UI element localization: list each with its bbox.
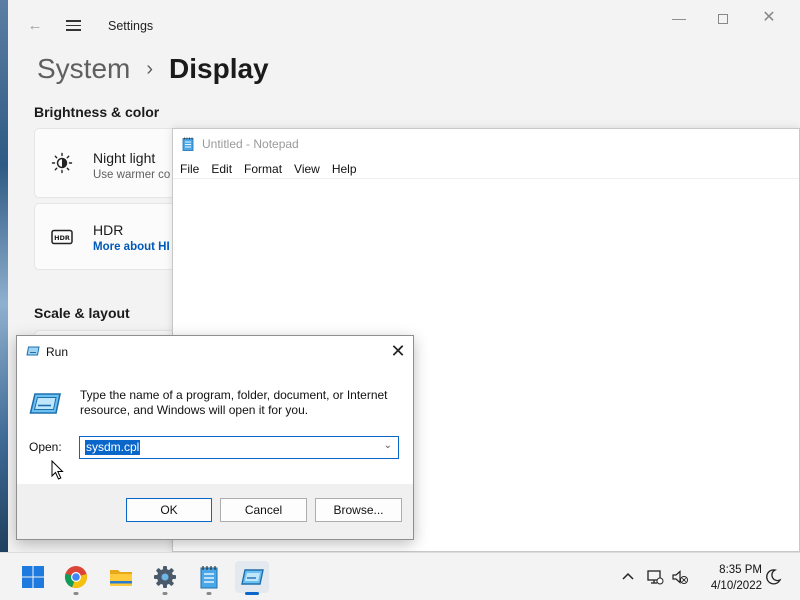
run-large-icon [29, 393, 61, 414]
menu-view[interactable]: View [294, 159, 320, 178]
taskbar-chrome[interactable] [59, 561, 93, 595]
run-body: Type the name of a program, folder, docu… [17, 366, 413, 484]
open-input-value[interactable]: sysdm.cpl [85, 440, 141, 455]
start-button[interactable] [16, 561, 50, 593]
ok-button[interactable]: OK [126, 498, 212, 522]
clock-time: 8:35 PM [719, 564, 762, 576]
taskbar: 8:35 PM 4/10/2022 [0, 552, 800, 600]
taskbar-file-explorer[interactable] [104, 561, 138, 593]
mouse-cursor-icon [51, 460, 64, 480]
notepad-titlebar[interactable]: Untitled - Notepad [173, 129, 799, 159]
volume-muted-icon[interactable] [671, 568, 689, 586]
run-icon [241, 569, 264, 585]
file-explorer-icon [110, 570, 132, 586]
hdr-icon: HDR [51, 229, 73, 244]
close-button[interactable]: ✕ [746, 6, 792, 30]
maximize-icon [718, 14, 728, 25]
menu-edit[interactable]: Edit [211, 159, 232, 178]
settings-titlebar: ← Settings — ✕ [8, 0, 800, 52]
run-dialog: Run ✕ Type the name of a program, folder… [16, 335, 414, 540]
hamburger-menu-icon[interactable] [64, 17, 84, 35]
windows-start-icon [22, 566, 44, 588]
run-icon [26, 346, 40, 356]
notepad-title: Untitled - Notepad [202, 137, 299, 151]
hdr-more-link[interactable]: More about HI [93, 241, 170, 253]
settings-icon [154, 566, 176, 588]
taskbar-settings[interactable] [148, 561, 182, 595]
settings-app-title: Settings [108, 19, 154, 33]
page-title: Display [169, 53, 269, 84]
taskbar-notepad[interactable] [192, 561, 226, 595]
chrome-icon [64, 566, 87, 589]
chrome-running-indicator [73, 592, 79, 595]
open-combobox[interactable]: sysdm.cpl ⌄ [79, 436, 399, 459]
focus-assist-moon-icon[interactable] [764, 568, 782, 586]
run-description: Type the name of a program, folder, docu… [80, 388, 388, 417]
menu-help[interactable]: Help [332, 159, 357, 178]
network-icon[interactable] [646, 568, 664, 586]
svg-text:HDR: HDR [54, 234, 70, 242]
cancel-button[interactable]: Cancel [220, 498, 307, 522]
menu-format[interactable]: Format [244, 159, 282, 178]
clock-date: 4/10/2022 [710, 580, 762, 592]
notepad-icon [182, 137, 194, 151]
maximize-button[interactable] [700, 6, 746, 30]
close-icon[interactable]: ✕ [385, 340, 411, 362]
brightness-icon [51, 152, 73, 174]
breadcrumb-system[interactable]: System [37, 53, 130, 85]
notepad-icon [200, 566, 218, 589]
notepad-menubar: File Edit Format View Help [173, 159, 799, 179]
run-footer: OK Cancel Browse... [17, 484, 413, 539]
hdr-title: HDR [93, 222, 124, 238]
settings-running-indicator [162, 592, 168, 595]
back-arrow-icon[interactable]: ← [24, 16, 46, 36]
browse-button[interactable]: Browse... [315, 498, 402, 522]
chevron-down-icon[interactable]: ⌄ [384, 440, 392, 451]
notepad-running-indicator [206, 592, 212, 595]
run-titlebar[interactable]: Run ✕ [17, 336, 413, 366]
night-light-card[interactable]: Night light Use warmer co [34, 128, 194, 198]
run-title: Run [46, 345, 69, 359]
menu-file[interactable]: File [180, 159, 199, 178]
minimize-button[interactable]: — [656, 6, 702, 30]
night-light-subtitle: Use warmer co [93, 169, 171, 181]
chevron-up-icon[interactable] [619, 568, 637, 586]
taskbar-run[interactable] [235, 561, 269, 595]
hdr-card[interactable]: HDR HDR More about HI [34, 203, 194, 270]
night-light-title: Night light [93, 150, 156, 166]
taskbar-clock[interactable]: 8:35 PM 4/10/2022 [696, 562, 762, 594]
open-label: Open: [29, 440, 62, 454]
run-active-indicator [245, 592, 259, 595]
breadcrumb: System › Display [37, 49, 269, 89]
chevron-right-icon: › [146, 57, 154, 80]
section-brightness-color: Brightness & color [34, 104, 160, 120]
section-scale-layout: Scale & layout [34, 305, 130, 321]
